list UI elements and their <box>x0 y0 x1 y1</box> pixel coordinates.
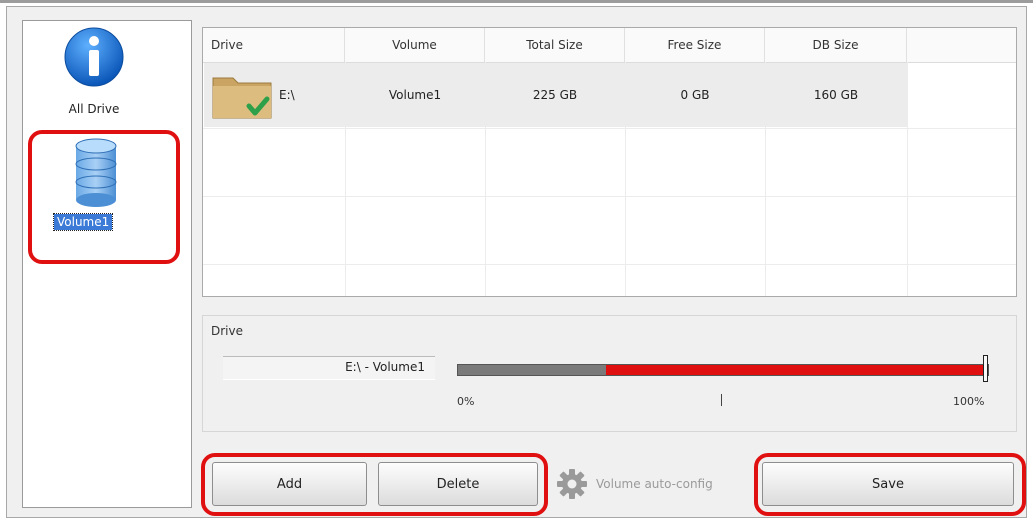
drive-name: E:\ - Volume1 <box>345 360 425 374</box>
usage-slider-thumb[interactable] <box>983 355 988 382</box>
sidebar-item-volume1[interactable]: Volume1 <box>52 130 136 236</box>
usage-mid-tick <box>721 394 722 406</box>
column-volume[interactable]: Volume <box>345 28 485 62</box>
volume-auto-config-button[interactable]: Volume auto-config <box>556 462 746 506</box>
usage-min-label: 0% <box>457 395 475 408</box>
top-border <box>0 0 1033 3</box>
drive-name-field: E:\ - Volume1 <box>223 356 435 380</box>
column-db-size[interactable]: DB Size <box>765 28 907 62</box>
info-icon <box>64 27 124 87</box>
usage-max-label: 100% <box>953 395 985 408</box>
table-header: Drive Volume Total Size Free Size DB Siz… <box>203 28 1016 63</box>
database-icon <box>75 138 117 207</box>
cell-volume: Volume1 <box>388 88 442 102</box>
cell-drive: E:\ <box>279 88 295 102</box>
cell-total-size: 225 GB <box>532 88 578 102</box>
sidebar-item-label: Volume1 <box>52 213 114 231</box>
sidebar-item-label: All Drive <box>68 102 120 116</box>
drive-section-title: Drive <box>211 324 243 338</box>
column-total-size[interactable]: Total Size <box>485 28 625 62</box>
column-free-size[interactable]: Free Size <box>625 28 765 62</box>
usage-bar <box>457 364 989 376</box>
delete-button[interactable]: Delete <box>378 462 538 506</box>
save-button[interactable]: Save <box>762 462 1014 506</box>
usage-bar-fill <box>606 365 988 375</box>
cell-db-size: 160 GB <box>813 88 859 102</box>
add-button[interactable]: Add <box>212 462 367 506</box>
sidebar-item-all-drive[interactable]: All Drive <box>44 10 144 130</box>
folder-check-icon <box>212 77 272 119</box>
gear-icon <box>557 469 587 499</box>
cell-free-size: 0 GB <box>680 88 710 102</box>
volume-auto-config-label: Volume auto-config <box>596 477 713 491</box>
drive-table: Drive Volume Total Size Free Size DB Siz… <box>202 27 1017 297</box>
column-drive[interactable]: Drive <box>203 28 345 62</box>
drive-usage-panel: Drive E:\ - Volume1 0% 100% <box>202 315 1017 432</box>
